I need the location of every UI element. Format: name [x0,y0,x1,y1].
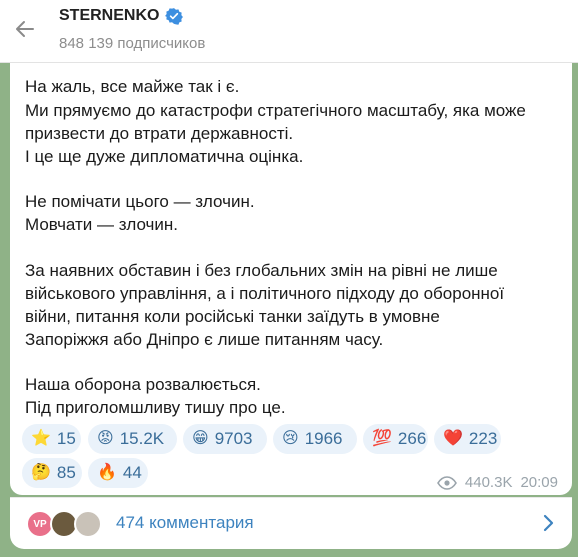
message-line: За наявних обставин і без глобальних змі… [25,261,498,280]
message-line: На жаль, все майже так і є. [25,77,240,96]
message-line: Під приголомшливу тишу про це. [25,398,286,417]
star-icon: ⭐ [31,430,51,447]
reaction-count: 9703 [214,429,253,448]
comments-count-label: 474 комментария [116,513,254,532]
eye-icon [436,475,457,490]
reaction-cry[interactable]: 😢 1966 [273,424,357,454]
scrollbar[interactable] [572,63,578,557]
reaction-hundred[interactable]: 💯 266 [363,424,428,454]
reaction-fire[interactable]: 🔥 44 [88,458,148,488]
crying-face-icon: 😢 [282,430,299,447]
angry-face-icon: 😡 [97,430,114,447]
reaction-count: 44 [122,463,142,482]
view-count: 440.3K [464,474,513,491]
channel-title: STERNENKO [59,7,160,24]
message-line: призвести до втрати державності. [25,124,294,143]
channel-title-row[interactable]: STERNENKO [59,7,184,25]
message-line: Мовчати — злочин. [25,215,178,234]
avatar [74,510,102,538]
channel-header: STERNENKO 848 139 подписчиков [0,0,578,63]
comments-button[interactable]: VP 474 комментария [10,497,572,549]
reaction-heart[interactable]: ❤️ 223 [434,424,501,454]
message-line: Запоріжжя або Дніпро є лише питанням час… [25,330,384,349]
arrow-left-icon [16,21,34,37]
reaction-thinking[interactable]: 🤔 85 [22,458,82,488]
message-line: військового управління, а і політичного … [25,284,505,303]
verified-badge-icon [165,8,184,25]
reaction-count: 1966 [304,429,343,448]
reaction-count: 15 [56,429,76,448]
message-meta: 440.3K 20:09 [436,474,558,491]
back-button[interactable] [8,12,42,46]
message-line: війни, питання коли російські танки заїд… [25,307,440,326]
message-line: Ми прямуємо до катастрофи стратегічного … [25,101,526,120]
message-line: Наша оборона розвалюється. [25,375,261,394]
message-time: 20:09 [520,474,558,491]
message-line: Не помічати цього — злочин. [25,192,255,211]
message-line: І це ще дуже дипломатична оцінка. [25,147,304,166]
fire-icon: 🔥 [97,464,117,481]
reaction-grin[interactable]: 😁 9703 [183,424,267,454]
grinning-face-icon: 😁 [192,430,209,447]
reaction-angry[interactable]: 😡 15.2K [88,424,177,454]
hundred-points-icon: 💯 [372,430,392,447]
thinking-face-icon: 🤔 [31,464,51,481]
message-bubble: На жаль, все майже так і є. Ми прямуємо … [10,63,572,495]
reaction-count: 85 [56,463,76,482]
reaction-count: 266 [397,429,427,448]
chevron-right-icon [543,514,554,532]
reaction-star[interactable]: ⭐ 15 [22,424,81,454]
reaction-count: 15.2K [119,429,165,448]
reaction-count: 223 [468,429,498,448]
subscriber-count: 848 139 подписчиков [59,35,206,52]
heart-icon: ❤️ [443,430,463,447]
